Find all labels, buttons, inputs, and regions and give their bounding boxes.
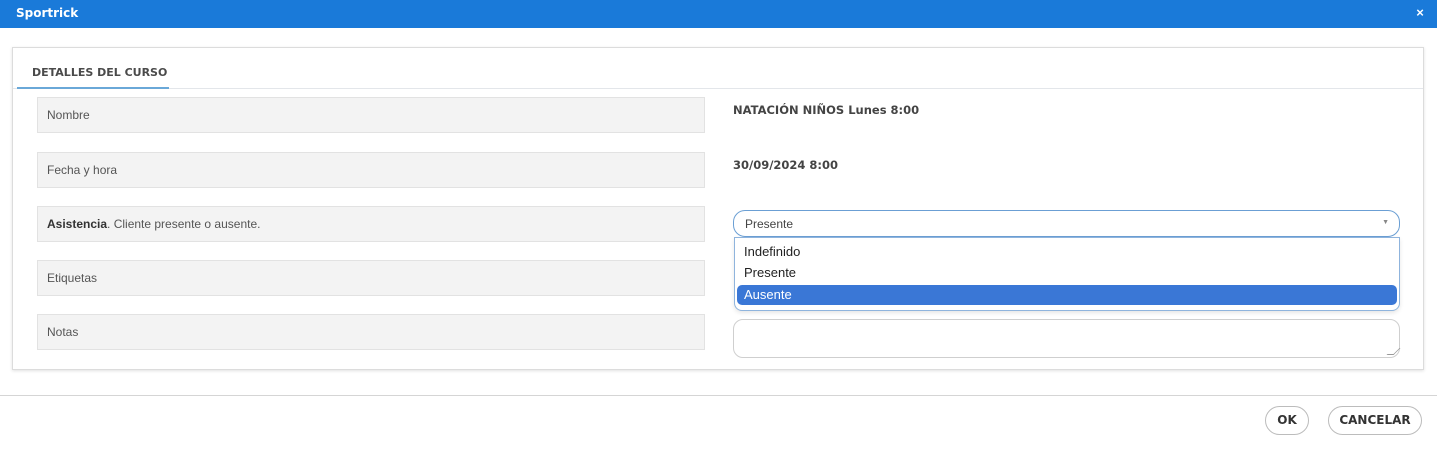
etiquetas-label: Etiquetas [47,271,98,285]
resize-handle-icon[interactable] [1386,348,1401,355]
window-titlebar: Sportrick × [0,0,1437,28]
fecha-label: Fecha y hora [47,163,118,177]
cancel-button[interactable]: CANCELAR [1328,406,1422,435]
field-label-nombre: Nombre [37,97,705,133]
option-presente[interactable]: Presente [737,263,1397,283]
field-label-notas: Notas [37,314,705,350]
tab-detalles-del-curso[interactable]: DETALLES DEL CURSO [32,66,167,79]
notas-textarea[interactable] [733,319,1401,358]
dropdown-arrow-icon: ▼ [1382,219,1389,226]
close-icon[interactable]: × [1413,5,1427,21]
notas-label: Notas [47,325,79,339]
field-label-etiquetas: Etiquetas [37,260,705,296]
footer-divider [0,395,1437,396]
field-label-asistencia: Asistencia. Cliente presente o ausente. [37,206,705,242]
asistencia-selected-value: Presente [745,217,794,231]
fecha-value: 30/09/2024 8:00 [733,158,839,172]
asistencia-label-bold: Asistencia [47,217,108,231]
asistencia-label-rest: . Cliente presente o ausente. [107,217,261,231]
asistencia-select[interactable]: Presente ▼ [733,210,1400,237]
nombre-value: NATACIÓN NIÑOS Lunes 8:00 [733,103,920,117]
window-title: Sportrick [16,6,79,20]
nombre-label: Nombre [47,108,90,122]
asistencia-dropdown-list: Indefinido Presente Ausente [734,237,1400,311]
field-label-fecha: Fecha y hora [37,152,705,188]
tab-active-indicator [17,87,169,89]
tab-bar: DETALLES DEL CURSO [13,48,1423,89]
option-ausente[interactable]: Ausente [737,285,1397,305]
course-details-panel: DETALLES DEL CURSO Nombre NATACIÓN NIÑOS… [12,47,1424,370]
ok-button[interactable]: OK [1265,406,1309,435]
option-indefinido[interactable]: Indefinido [737,242,1397,262]
